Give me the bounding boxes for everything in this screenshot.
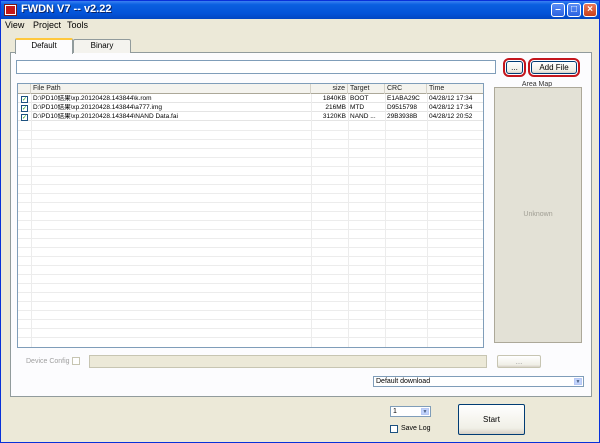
row-target: BOOT — [350, 95, 369, 102]
count-select[interactable]: 1 ▼ — [390, 406, 431, 417]
menu-view[interactable]: View — [5, 20, 24, 30]
menu-bar: View Project Tools — [1, 19, 599, 32]
file-list-table: File Path size Target CRC Time ✓ D:\PD10… — [17, 83, 484, 348]
area-map-panel: Unknown — [494, 87, 582, 343]
row-target: NAND ... — [350, 113, 376, 120]
menu-tools[interactable]: Tools — [67, 20, 88, 30]
row-checkbox[interactable]: ✓ — [21, 96, 28, 103]
row-time: 04/28/12 17:34 — [429, 104, 473, 111]
row-time: 04/28/12 20:52 — [429, 113, 473, 120]
download-mode-value: Default download — [376, 378, 431, 385]
save-log-label: Save Log — [401, 425, 431, 432]
row-path: D:\PD10結果\xp.20120428.143844\k.rom — [33, 95, 152, 102]
count-value: 1 — [393, 408, 397, 415]
table-gridlines — [18, 94, 483, 347]
row-crc: D9515798 — [387, 104, 417, 111]
row-crc: 29B3938B — [387, 113, 418, 120]
row-crc: E1ABA29C — [387, 95, 420, 102]
chevron-down-icon[interactable]: ▼ — [574, 378, 582, 385]
menu-project[interactable]: Project — [33, 20, 61, 30]
tab-binary[interactable]: Binary — [73, 39, 131, 53]
file-path-input[interactable] — [16, 60, 496, 74]
row-path: D:\PD10結果\xp.20120428.143844\a777.img — [33, 104, 163, 111]
device-config-browse-button[interactable]: ... — [497, 355, 541, 368]
row-size: 216MB — [325, 104, 346, 111]
tab-default[interactable]: Default — [15, 38, 73, 54]
table-row[interactable]: ✓ D:\PD10結果\xp.20120428.143844\NAND Data… — [18, 113, 483, 121]
device-config-label: Device Config — [26, 358, 70, 365]
window-title: FWDN V7 -- v2.22 — [21, 3, 112, 15]
table-row[interactable]: ✓ D:\PD10結果\xp.20120428.143844\a777.img … — [18, 104, 483, 112]
download-mode-select[interactable]: Default download ▼ — [373, 376, 584, 387]
device-config-checkbox[interactable] — [72, 357, 80, 365]
app-icon — [4, 4, 17, 16]
table-header: File Path size Target CRC Time — [18, 84, 483, 94]
header-size[interactable]: size — [311, 84, 348, 94]
row-checkbox[interactable]: ✓ — [21, 114, 28, 121]
start-button[interactable]: Start — [458, 404, 525, 435]
header-crc[interactable]: CRC — [385, 84, 427, 94]
browse-button[interactable]: ... — [503, 58, 526, 77]
device-config-field[interactable] — [89, 355, 487, 368]
close-icon[interactable]: × — [583, 3, 597, 17]
save-log-checkbox[interactable] — [390, 425, 398, 433]
fwdn-window: FWDN V7 -- v2.22 – □ × View Project Tool… — [0, 0, 600, 443]
minimize-icon[interactable]: – — [551, 3, 565, 17]
chevron-down-icon[interactable]: ▼ — [421, 408, 429, 415]
header-target[interactable]: Target — [348, 84, 385, 94]
add-file-button[interactable]: Add File — [528, 58, 580, 77]
row-checkbox[interactable]: ✓ — [21, 105, 28, 112]
table-row[interactable]: ✓ D:\PD10結果\xp.20120428.143844\k.rom 184… — [18, 95, 483, 103]
row-size: 1840KB — [322, 95, 346, 102]
header-time[interactable]: Time — [427, 84, 483, 94]
title-bar[interactable]: FWDN V7 -- v2.22 – □ × — [1, 1, 599, 19]
header-check — [18, 84, 31, 94]
maximize-icon[interactable]: □ — [567, 3, 581, 17]
row-time: 04/28/12 17:34 — [429, 95, 473, 102]
row-path: D:\PD10結果\xp.20120428.143844\NAND Data.f… — [33, 113, 178, 120]
header-file-path[interactable]: File Path — [31, 84, 311, 94]
area-map-status: Unknown — [523, 211, 553, 218]
row-target: MTD — [350, 104, 365, 111]
row-size: 3120KB — [322, 113, 346, 120]
